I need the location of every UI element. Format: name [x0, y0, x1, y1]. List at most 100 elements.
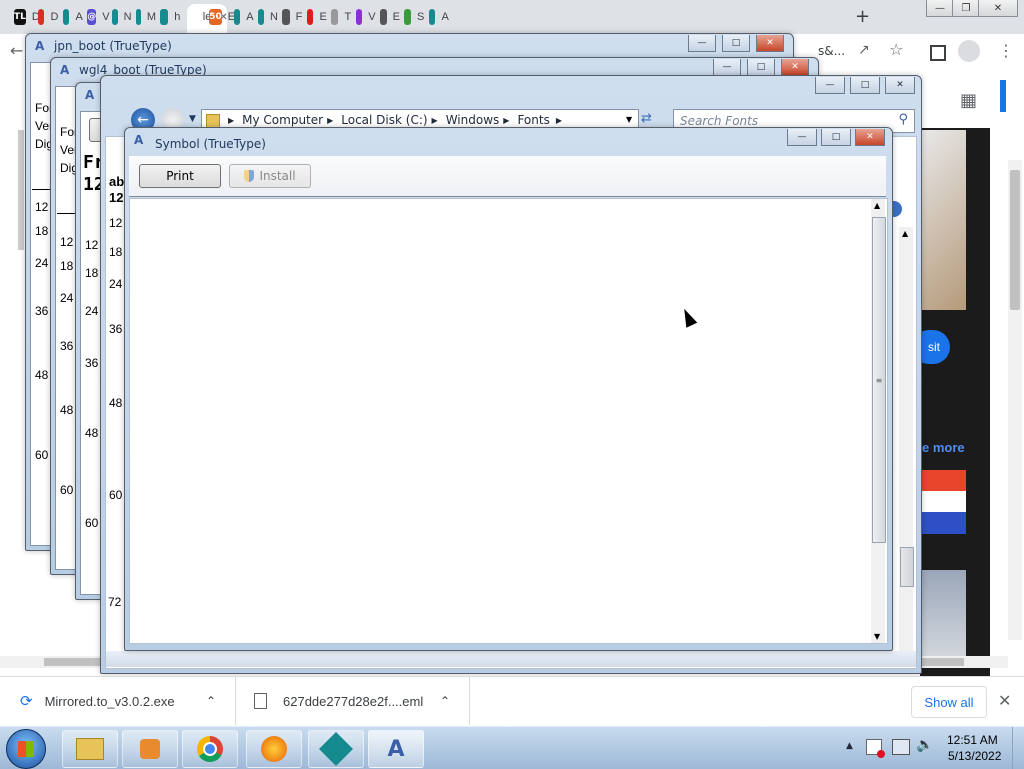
taskbar-chrome[interactable]	[182, 730, 238, 768]
shield-icon	[244, 170, 255, 182]
address-bar-partial[interactable]: s&...	[818, 44, 845, 58]
close-downloads-icon[interactable]: ✕	[998, 691, 1011, 710]
minimize-icon[interactable]: —	[688, 35, 716, 52]
apps-grid-icon[interactable]: ▦	[960, 90, 977, 111]
start-button[interactable]	[6, 729, 46, 769]
tab-title: F	[295, 11, 303, 23]
taskbar-app-teal[interactable]	[308, 730, 364, 768]
action-center-icon[interactable]	[866, 739, 885, 758]
font-window-symbol[interactable]: A Symbol (TrueType) — □ ✕ Print Install …	[124, 127, 893, 651]
breadcrumb-item[interactable]: Fonts	[517, 113, 549, 127]
show-desktop-button[interactable]	[1012, 727, 1024, 769]
taskbar-explorer[interactable]	[62, 730, 118, 768]
size-label: 60	[35, 448, 49, 462]
new-tab-button[interactable]: +	[855, 6, 870, 27]
maximize-icon[interactable]: □	[850, 77, 880, 94]
breadcrumb-item[interactable]: Windows	[446, 113, 500, 127]
search-icon[interactable]: ⚲	[898, 112, 908, 127]
print-button[interactable]: Print	[139, 164, 221, 188]
page-scrollbar-thumb[interactable]	[1010, 170, 1020, 310]
download-item[interactable]: 627dde277d28e2f....eml ⌃	[254, 677, 470, 725]
minimize-icon[interactable]: —	[815, 77, 845, 94]
browser-tab[interactable]: V	[355, 6, 376, 28]
breadcrumb-separator-icon[interactable]: ▶	[432, 116, 438, 125]
install-button[interactable]: Install	[229, 164, 311, 188]
clock-date[interactable]: 5/13/2022	[948, 749, 1001, 763]
side-panel-icon[interactable]	[930, 45, 946, 61]
share-icon[interactable]: ↗	[858, 42, 870, 58]
scroll-down-icon[interactable]: ▼	[874, 632, 880, 641]
firefox-icon	[261, 736, 287, 762]
browser-tab[interactable]: 50 E	[209, 6, 235, 28]
breadcrumb-separator-icon[interactable]: ▶	[327, 116, 333, 125]
chevron-up-icon[interactable]: ⌃	[206, 694, 216, 708]
browser-tab[interactable]: h	[160, 6, 180, 28]
minimize-icon[interactable]: —	[713, 59, 741, 76]
close-icon[interactable]: ✕	[978, 0, 1018, 17]
breadcrumb-item[interactable]: Local Disk (C:)	[341, 113, 427, 127]
back-arrow-icon[interactable]: ←	[10, 41, 23, 60]
browser-tab[interactable]: M	[136, 6, 156, 28]
size-label: 36	[85, 356, 99, 370]
maximize-icon[interactable]: □	[722, 35, 750, 52]
browser-tab[interactable]: D	[38, 6, 58, 28]
browser-tab[interactable]: A	[62, 6, 83, 28]
browser-tab[interactable]: F	[282, 6, 302, 28]
browser-tab[interactable]: E	[380, 6, 400, 28]
restore-icon[interactable]: ❐	[952, 0, 980, 17]
toolbar-panel: Print Install	[129, 156, 886, 197]
maximize-icon[interactable]: □	[747, 59, 775, 76]
breadcrumb-separator-icon[interactable]: ▶	[556, 116, 562, 125]
taskbar-font-viewer[interactable]: A	[368, 730, 424, 768]
preview-scrollbar[interactable]: ▲ ≡ ▼	[871, 199, 886, 643]
see-more-link[interactable]: e more	[922, 440, 965, 455]
explorer-scroll-thumb[interactable]	[900, 547, 914, 587]
close-icon[interactable]: ✕	[855, 129, 885, 146]
font-app-icon: A	[134, 133, 144, 147]
explorer-scrollbar[interactable]: ▲ ▼	[899, 227, 914, 661]
taskbar-media-player[interactable]	[122, 730, 178, 768]
media-player-icon	[140, 739, 160, 759]
browser-tab[interactable]: S	[404, 6, 424, 28]
search-input[interactable]: Search Fonts	[680, 114, 758, 128]
breadcrumb-separator-icon[interactable]: ▶	[503, 116, 509, 125]
volume-icon[interactable]: 🔈	[916, 737, 933, 753]
show-hidden-icons[interactable]: ▲	[846, 741, 853, 751]
browser-tab[interactable]: N	[111, 6, 132, 28]
tab-favicon-icon: 50	[209, 9, 222, 25]
profile-avatar-icon[interactable]	[958, 40, 980, 62]
preview-scroll-thumb[interactable]: ≡	[872, 217, 886, 543]
nav-dropdown-icon[interactable]: ▼	[189, 114, 196, 124]
download-filename: 627dde277d28e2f....eml	[283, 693, 424, 709]
taskbar-firefox[interactable]	[246, 730, 302, 768]
browser-tab[interactable]: E	[306, 6, 327, 28]
chevron-up-icon[interactable]: ⌃	[440, 694, 450, 708]
browser-tab[interactable]: TL D	[14, 6, 40, 28]
breadcrumb-item[interactable]: My Computer	[242, 113, 323, 127]
close-icon[interactable]: ✕	[756, 35, 784, 52]
breadcrumb-separator-icon[interactable]: ▶	[228, 116, 234, 125]
browser-tab[interactable]: N	[258, 6, 278, 28]
network-icon[interactable]	[892, 739, 910, 755]
bookmark-star-icon[interactable]: ☆	[889, 40, 903, 59]
tab-favicon-icon	[306, 9, 314, 25]
download-item[interactable]: ⟳ Mirrored.to_v3.0.2.exe ⌃	[20, 677, 236, 725]
show-all-button[interactable]: Show all	[911, 686, 987, 718]
maximize-icon[interactable]: □	[821, 129, 851, 146]
page-scrollbar[interactable]	[1008, 160, 1022, 640]
tab-favicon-icon	[160, 9, 169, 25]
menu-kebab-icon[interactable]: ⋮	[998, 41, 1014, 60]
scroll-up-icon[interactable]: ▲	[874, 201, 880, 210]
close-icon[interactable]: ✕	[885, 77, 915, 94]
close-icon[interactable]: ✕	[781, 59, 809, 76]
downloads-bar: ⟳ Mirrored.to_v3.0.2.exe ⌃ 627dde277d28e…	[0, 676, 1024, 725]
minimize-icon[interactable]: —	[926, 0, 954, 17]
tab-favicon-icon	[282, 9, 290, 25]
minimize-icon[interactable]: —	[787, 129, 817, 146]
address-dropdown-icon[interactable]: ▼	[626, 115, 632, 124]
browser-tab[interactable]: T	[331, 6, 351, 28]
clock-time[interactable]: 12:51 AM	[947, 733, 998, 747]
browser-tab[interactable]: A	[233, 6, 254, 28]
browser-tab[interactable]: A	[428, 6, 449, 28]
browser-tab[interactable]: @ V	[87, 6, 110, 28]
